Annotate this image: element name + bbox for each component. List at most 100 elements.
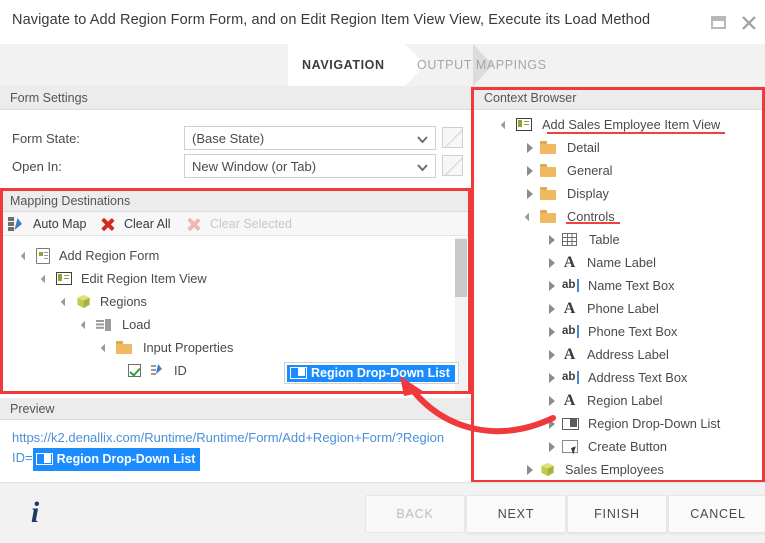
expander-icon[interactable]: [548, 372, 558, 383]
restore-window-icon[interactable]: [710, 14, 728, 32]
smartobject-icon: [540, 462, 555, 477]
clear-all-label: Clear All: [124, 217, 171, 231]
tree-node-add-region-form[interactable]: Add Region Form: [22, 244, 159, 267]
ctx-node-name-label[interactable]: A Name Label: [548, 251, 656, 274]
ctx-node-address-text-box[interactable]: ab Address Text Box: [548, 366, 687, 389]
expander-icon[interactable]: [82, 320, 92, 330]
auto-map-button[interactable]: Auto Map: [8, 215, 87, 233]
expander-icon[interactable]: [502, 120, 512, 130]
expander-icon[interactable]: [62, 297, 72, 307]
ctx-node-label: Add Sales Employee Item View: [542, 117, 721, 132]
tree-node-edit-region-item-view[interactable]: Edit Region Item View: [42, 267, 207, 290]
ctx-node-label: General: [567, 163, 613, 178]
open-in-context-button[interactable]: [442, 155, 463, 176]
close-icon[interactable]: [740, 14, 758, 32]
property-icon: [151, 364, 166, 377]
tree-node-regions[interactable]: Regions: [62, 290, 147, 313]
expander-icon[interactable]: [102, 343, 112, 353]
tree-node-input-properties[interactable]: Input Properties: [102, 336, 233, 359]
preview-token-chip: Region Drop-Down List: [32, 448, 201, 471]
textbox-icon: ab: [562, 279, 581, 292]
info-icon[interactable]: i: [22, 497, 48, 529]
context-browser-tree[interactable]: Add Sales Employee Item View Detail Gene…: [474, 110, 765, 482]
expander-icon[interactable]: [526, 188, 536, 199]
expander-icon[interactable]: [22, 251, 32, 261]
dropdown-icon: [35, 453, 53, 465]
preview-url: https://k2.denallix.com/Runtime/Runtime/…: [12, 428, 452, 471]
preview-token-label: Region Drop-Down List: [56, 452, 196, 466]
expander-icon[interactable]: [526, 142, 536, 153]
wizard-tab-strip: NAVIGATION OUTPUT MAPPINGS: [0, 44, 765, 87]
ctx-node-name-text-box[interactable]: ab Name Text Box: [548, 274, 675, 297]
finish-button[interactable]: FINISH: [567, 495, 667, 533]
preview-header: Preview: [0, 398, 471, 420]
wizard-dialog: Navigate to Add Region Form Form, and on…: [0, 0, 765, 543]
tree-node-label: Add Region Form: [59, 248, 160, 263]
form-state-context-button[interactable]: [442, 127, 463, 148]
ctx-node-general[interactable]: General: [526, 159, 613, 182]
method-icon: [96, 318, 111, 331]
tree-node-id[interactable]: ID: [128, 359, 187, 382]
folder-icon: [116, 341, 132, 354]
mapping-tree-scrollbar-thumb[interactable]: [455, 239, 467, 297]
ctx-node-label: Table: [589, 232, 620, 247]
expander-icon[interactable]: [548, 395, 558, 406]
tree-node-label: Edit Region Item View: [81, 271, 207, 286]
id-mapping-value-slot[interactable]: Region Drop-Down List: [284, 362, 459, 384]
checkbox-checked-icon[interactable]: [128, 364, 141, 377]
ctx-root-underline: [547, 132, 725, 134]
back-button[interactable]: BACK: [365, 495, 465, 533]
form-state-select[interactable]: (Base State): [184, 126, 436, 150]
ctx-node-controls[interactable]: Controls: [526, 205, 615, 228]
ctx-node-detail[interactable]: Detail: [526, 136, 600, 159]
clear-selected-label: Clear Selected: [210, 217, 292, 231]
ctx-node-label: Phone Label: [587, 301, 659, 316]
auto-map-label: Auto Map: [33, 217, 87, 231]
expander-icon[interactable]: [526, 464, 536, 475]
open-in-select[interactable]: New Window (or Tab): [184, 154, 436, 178]
ctx-node-create-button[interactable]: Create Button: [548, 435, 667, 458]
chevron-down-icon: [417, 133, 428, 144]
expander-icon[interactable]: [548, 349, 558, 360]
label-icon: A: [563, 300, 576, 317]
dropdown-icon: [562, 417, 579, 430]
expander-icon[interactable]: [548, 257, 558, 268]
mapping-toolbar: Auto Map Clear All Clear Selected: [0, 212, 471, 441]
ctx-node-phone-text-box[interactable]: ab Phone Text Box: [548, 320, 677, 343]
table-icon: [562, 233, 577, 246]
title-bar: Navigate to Add Region Form Form, and on…: [0, 0, 765, 45]
expander-icon[interactable]: [526, 165, 536, 176]
tree-node-label: ID: [174, 363, 187, 378]
ctx-node-label: Phone Text Box: [588, 324, 678, 339]
ctx-node-sales-employees[interactable]: Sales Employees: [526, 458, 664, 481]
preview-body: https://k2.denallix.com/Runtime/Runtime/…: [0, 420, 471, 482]
ctx-node-region-label[interactable]: A Region Label: [548, 389, 662, 412]
ctx-node-region-drop-down-list[interactable]: Region Drop-Down List: [548, 412, 720, 435]
tree-node-load[interactable]: Load: [82, 313, 150, 336]
ctx-node-phone-label[interactable]: A Phone Label: [548, 297, 659, 320]
tab-navigation[interactable]: NAVIGATION: [288, 44, 425, 86]
cancel-button[interactable]: CANCEL: [668, 495, 765, 533]
auto-map-icon: [8, 217, 24, 231]
form-settings-header: Form Settings: [0, 86, 471, 110]
ctx-node-display[interactable]: Display: [526, 182, 609, 205]
ctx-node-label: Name Label: [587, 255, 657, 270]
ctx-node-address-label[interactable]: A Address Label: [548, 343, 669, 366]
expander-icon[interactable]: [548, 441, 558, 452]
expander-icon[interactable]: [548, 234, 558, 245]
next-button[interactable]: NEXT: [466, 495, 566, 533]
expander-icon[interactable]: [42, 274, 52, 284]
expander-icon[interactable]: [548, 280, 558, 291]
ctx-node-label: Address Label: [587, 347, 669, 362]
preview-url-part1: https://k2.denallix.com/Runtime/Runtime/…: [12, 430, 445, 445]
form-icon: [36, 247, 50, 264]
tab-output-mappings[interactable]: OUTPUT MAPPINGS: [393, 44, 569, 86]
expander-icon[interactable]: [548, 418, 558, 429]
page-title: Navigate to Add Region Form Form, and on…: [12, 12, 651, 28]
expander-icon[interactable]: [548, 326, 558, 337]
clear-all-button[interactable]: Clear All: [100, 215, 171, 233]
expander-icon[interactable]: [548, 303, 558, 314]
ctx-node-label: Address Text Box: [588, 370, 688, 385]
expander-icon[interactable]: [526, 212, 536, 222]
ctx-node-table[interactable]: Table: [548, 228, 620, 251]
